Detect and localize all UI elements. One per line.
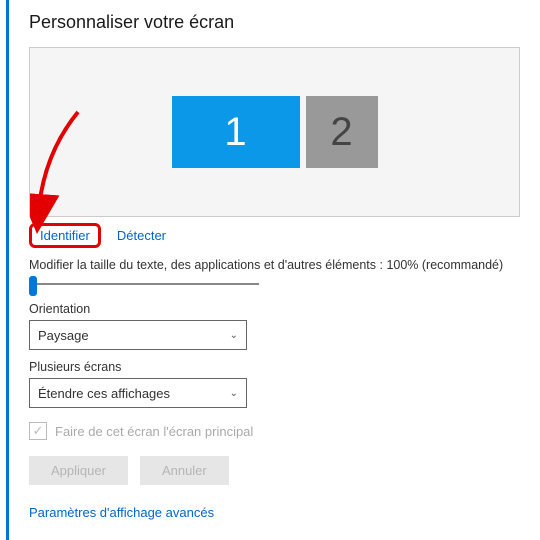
- multiple-displays-select[interactable]: Étendre ces affichages ⌄: [29, 378, 247, 408]
- make-main-label: Faire de cet écran l'écran principal: [55, 424, 253, 439]
- chevron-down-icon: ⌄: [230, 388, 238, 399]
- multiple-displays-value: Étendre ces affichages: [38, 386, 170, 401]
- identify-link[interactable]: Identifier: [40, 228, 90, 243]
- make-main-checkbox: ✓: [29, 422, 47, 440]
- scale-label: Modifier la taille du texte, des applica…: [29, 258, 520, 272]
- action-buttons: Appliquer Annuler: [29, 456, 520, 485]
- detect-link[interactable]: Détecter: [117, 228, 166, 243]
- apply-button: Appliquer: [29, 456, 128, 485]
- display-arrangement-area[interactable]: 1 2: [29, 47, 520, 217]
- page-title: Personnaliser votre écran: [29, 12, 520, 33]
- monitor-1[interactable]: 1: [172, 96, 300, 168]
- slider-track: [29, 283, 259, 285]
- orientation-select[interactable]: Paysage ⌄: [29, 320, 247, 350]
- chevron-down-icon: ⌄: [230, 330, 238, 341]
- scale-slider[interactable]: [29, 276, 259, 292]
- annotation-highlight: Identifier: [29, 223, 101, 248]
- display-action-links: Identifier Détecter: [29, 223, 520, 248]
- slider-thumb[interactable]: [29, 276, 37, 296]
- make-main-display-row: ✓ Faire de cet écran l'écran principal: [29, 422, 520, 440]
- orientation-label: Orientation: [29, 302, 520, 316]
- multiple-displays-label: Plusieurs écrans: [29, 360, 520, 374]
- monitor-2[interactable]: 2: [306, 96, 378, 168]
- cancel-button: Annuler: [140, 456, 229, 485]
- orientation-value: Paysage: [38, 328, 89, 343]
